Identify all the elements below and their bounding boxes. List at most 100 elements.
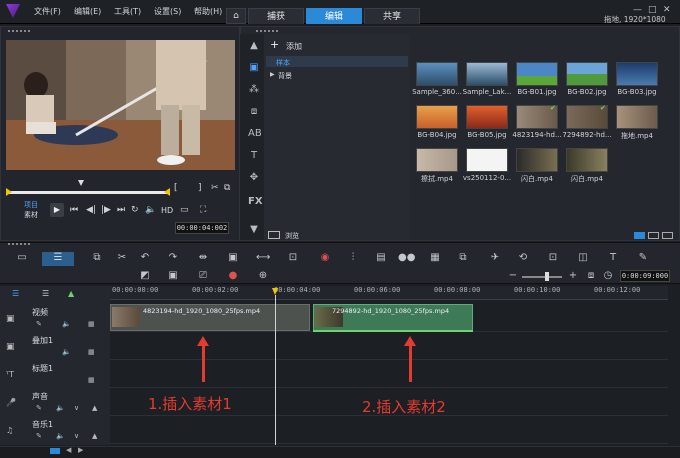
undo-icon[interactable]: ↶ [138, 252, 152, 264]
thumbnail-vs250112[interactable] [466, 148, 508, 172]
preview-scrubber[interactable] [8, 191, 168, 194]
auto-music-icon[interactable]: ▤ [374, 252, 388, 264]
panel-view-icon-2[interactable] [648, 232, 659, 239]
clock-icon[interactable]: ◷ [601, 270, 615, 282]
split-screen-icon[interactable]: ◫ [576, 252, 590, 264]
tools-icon[interactable]: ✂ [115, 252, 129, 264]
storyboard-view-icon[interactable]: ▭ [14, 252, 30, 264]
mute-icon[interactable]: 🔈 [56, 432, 65, 440]
project-mode-label[interactable]: 项目 [24, 200, 38, 210]
tab-capture[interactable]: 捕获 [248, 8, 304, 24]
thumbnail-flash-1[interactable] [516, 148, 558, 172]
menu-help[interactable]: 帮助(H) [194, 6, 222, 17]
tab-edit[interactable]: 编辑 [306, 8, 362, 24]
color-grading-icon[interactable]: ◩ [138, 270, 152, 282]
zoom-in-icon[interactable]: + [566, 270, 580, 282]
ripple-icon[interactable]: ▦ [88, 376, 95, 384]
subtitle-editor-icon[interactable]: ▦ [428, 252, 442, 264]
thumbnail-wiping[interactable] [416, 148, 458, 172]
ripple-icon[interactable]: ▦ [88, 348, 95, 356]
zoom-slider[interactable] [522, 276, 562, 278]
audio-mixer-icon[interactable]: ⫶ [346, 252, 360, 264]
volume-icon[interactable]: 🔈 [145, 205, 156, 215]
thumbnail-flash-2[interactable] [566, 148, 608, 172]
fx-icon[interactable]: FX [248, 196, 263, 208]
goto-end-icon[interactable]: ⏭ [117, 205, 125, 215]
scroll-up-icon[interactable]: ▲ [248, 40, 260, 52]
audio-ducking-icon[interactable]: ⊕ [256, 270, 270, 282]
multi-camera-icon[interactable]: ⧉ [456, 252, 470, 264]
hd-toggle[interactable]: HD [161, 206, 173, 215]
repeat-icon[interactable]: ↻ [131, 205, 139, 215]
scroll-thumb[interactable] [50, 448, 60, 454]
crop-icon[interactable]: ⊡ [546, 252, 560, 264]
audio-expand-icon[interactable]: ∨ [74, 404, 79, 412]
track-music1[interactable] [110, 416, 668, 444]
browse-folder-icon[interactable] [268, 231, 280, 239]
panel-view-icon-3[interactable] [662, 232, 673, 239]
thumbnail-bg-b03[interactable] [616, 62, 658, 86]
thumbnail-bg-b01[interactable] [516, 62, 558, 86]
aspect-ratio-icon[interactable]: ▭ [180, 205, 189, 215]
freeze-frame-icon[interactable]: ⎚ [196, 270, 210, 282]
ripple-icon[interactable]: ▲ [92, 432, 97, 440]
redo-icon[interactable]: ↷ [166, 252, 180, 264]
timeline-view-icon[interactable]: ☰ [42, 252, 74, 266]
edit-icon[interactable]: ✎ [36, 320, 42, 328]
add-folder-button[interactable]: 添加 [286, 41, 302, 52]
audio-expand-icon[interactable]: ∨ [74, 432, 79, 440]
play-button[interactable]: ▶ [50, 203, 64, 217]
ripple-icon[interactable]: ▦ [88, 320, 95, 328]
zoom-handle[interactable] [545, 272, 549, 281]
snapshot-icon[interactable]: ⧉ [224, 183, 230, 193]
thumbnail-sample-lake[interactable] [466, 62, 508, 86]
fit-project-icon[interactable]: ⧈ [584, 270, 598, 282]
split-clip-icon[interactable]: ⟷ [256, 252, 270, 264]
track-title1[interactable] [110, 360, 668, 388]
folder-item-backgrounds[interactable]: 背景 [278, 71, 292, 81]
paint-icon[interactable]: ✎ [636, 252, 650, 264]
mark-out-icon[interactable]: ] [198, 183, 202, 193]
menu-tools[interactable]: 工具(T) [114, 6, 141, 17]
timeline-clip-1[interactable]: 4823194-hd_1920_1080_25fps.mp4 [110, 304, 310, 331]
timeline-scrollbar[interactable] [0, 446, 680, 458]
tab-share[interactable]: 共享 [364, 8, 420, 24]
track-overlay1[interactable] [110, 332, 668, 360]
folder-item-samples[interactable]: 样本 [276, 58, 290, 68]
fit-icon[interactable]: ⊡ [286, 252, 300, 264]
timeline-clip-2[interactable]: 7294892-hd_1920_1080_25fps.mp4 [313, 304, 473, 331]
mute-icon[interactable]: 🔈 [56, 404, 65, 412]
ripple-icon[interactable]: ▲ [92, 404, 97, 412]
menu-file[interactable]: 文件(F) [34, 6, 61, 17]
home-tab[interactable]: ⌂ [226, 8, 246, 24]
edit-icon[interactable]: ✎ [36, 432, 42, 440]
record-icon[interactable]: ◉ [318, 252, 332, 264]
add-track-icon[interactable]: ▲ [68, 289, 74, 298]
scroll-left-icon[interactable]: ◀ [66, 446, 71, 454]
masking-icon[interactable]: ⟲ [516, 252, 530, 264]
thumbnail-bg-b02[interactable] [566, 62, 608, 86]
clip-mode-label[interactable]: 素材 [24, 210, 38, 220]
panel-view-icon[interactable] [634, 232, 645, 239]
project-duration[interactable]: 0:00:09:000 [620, 270, 670, 282]
thumbnail-sample-360[interactable] [416, 62, 458, 86]
menu-settings[interactable]: 设置(S) [154, 6, 181, 17]
next-frame-icon[interactable]: |▶︎ [101, 205, 111, 215]
motion-path-icon[interactable]: ✈ [488, 252, 502, 264]
transition-icon[interactable]: ⧈ [248, 106, 260, 118]
enlarge-icon[interactable]: ⛶ [200, 205, 206, 215]
subtitle-icon[interactable]: ▣ [226, 252, 240, 264]
scroll-right-icon[interactable]: ▶ [78, 446, 83, 454]
playhead-line[interactable] [275, 295, 276, 445]
mute-icon[interactable]: 🔈 [62, 348, 71, 356]
split-icon[interactable]: ✂ [211, 183, 219, 193]
browse-button[interactable]: 浏览 [285, 231, 299, 241]
zoom-out-icon[interactable]: − [506, 270, 520, 282]
menu-edit[interactable]: 编辑(E) [74, 6, 101, 17]
track-options-icon[interactable]: ☰ [42, 289, 49, 298]
title-icon[interactable]: AB [248, 128, 262, 140]
edit-icon[interactable]: ✎ [36, 404, 42, 412]
preview-timecode[interactable]: 00:00:04:002 [175, 222, 229, 234]
motion-tracking-icon[interactable]: ●● [398, 252, 415, 264]
thumbnail-bg-b05[interactable] [466, 105, 508, 129]
